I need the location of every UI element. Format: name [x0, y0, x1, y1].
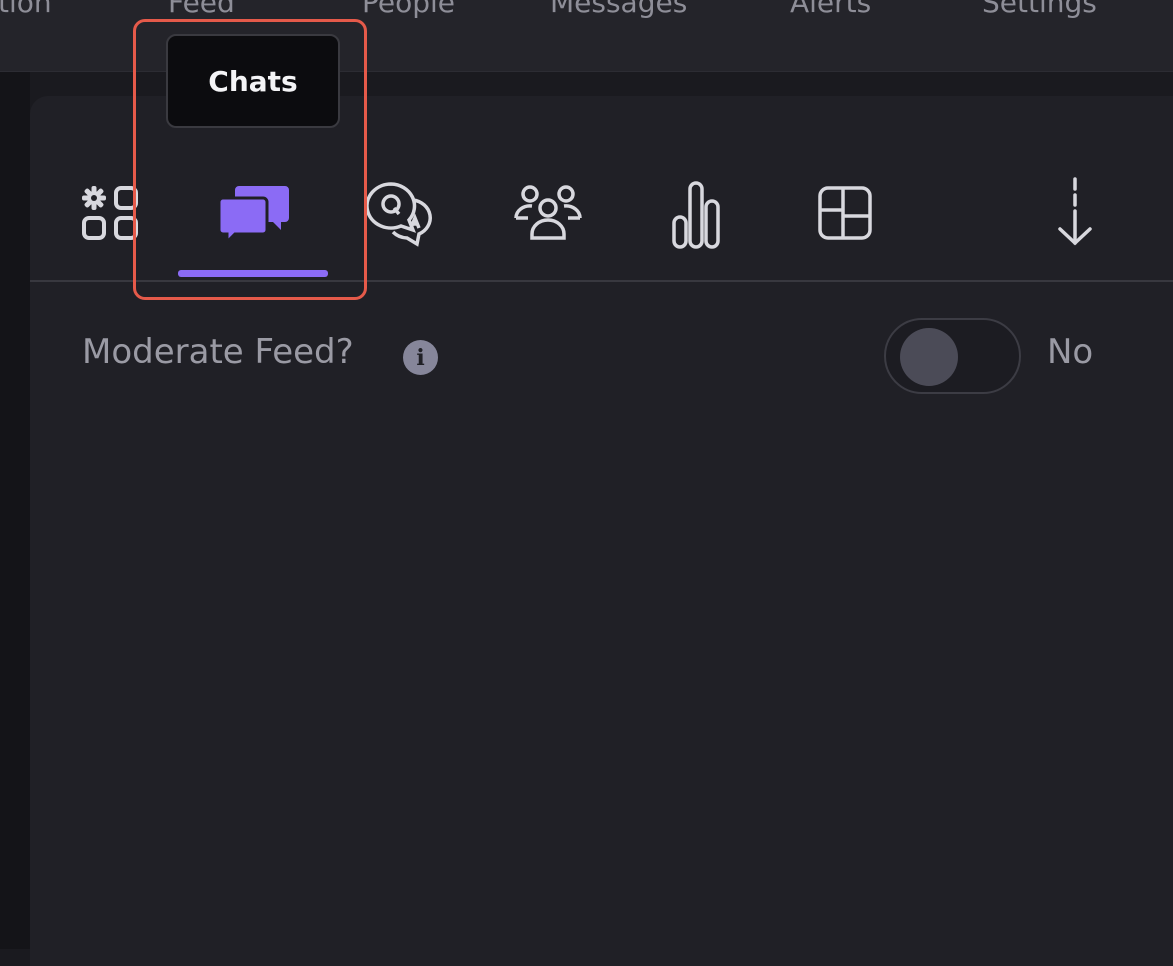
topnav-item-alerts[interactable]: Alerts	[790, 0, 871, 19]
tab-analytics[interactable]	[646, 168, 746, 258]
topnav-item-feed[interactable]: Feed	[168, 0, 235, 19]
tab-people[interactable]	[498, 168, 598, 258]
topnav-item-partial[interactable]: tion	[0, 0, 52, 19]
left-sidebar-edge	[0, 72, 30, 949]
tab-apps[interactable]	[55, 168, 155, 258]
tab-qa[interactable]	[352, 168, 452, 258]
layout-grid-icon	[818, 186, 872, 240]
tooltip-chats: Chats	[166, 34, 340, 128]
active-tab-indicator	[178, 270, 328, 277]
tab-chats[interactable]	[203, 168, 303, 258]
toggle-value-text: No	[1047, 332, 1094, 372]
panel-tab-bar	[30, 150, 1173, 282]
toggle-knob	[900, 328, 958, 386]
download-arrow-icon	[1058, 177, 1092, 246]
tab-layout[interactable]	[795, 168, 895, 258]
chat-bubbles-icon	[217, 186, 289, 246]
topnav-item-settings[interactable]: Settings	[982, 0, 1097, 19]
tab-download[interactable]	[1025, 168, 1125, 258]
topnav-item-messages[interactable]: Messages	[550, 0, 687, 19]
bar-chart-icon	[672, 181, 720, 249]
moderate-feed-toggle[interactable]	[884, 318, 1021, 394]
info-icon[interactable]: i	[403, 340, 438, 375]
qa-bubbles-icon	[365, 182, 432, 247]
apps-settings-icon	[82, 186, 138, 240]
people-group-icon	[514, 185, 582, 240]
moderate-feed-label: Moderate Feed?	[82, 332, 354, 372]
topnav-item-people[interactable]: People	[362, 0, 455, 19]
